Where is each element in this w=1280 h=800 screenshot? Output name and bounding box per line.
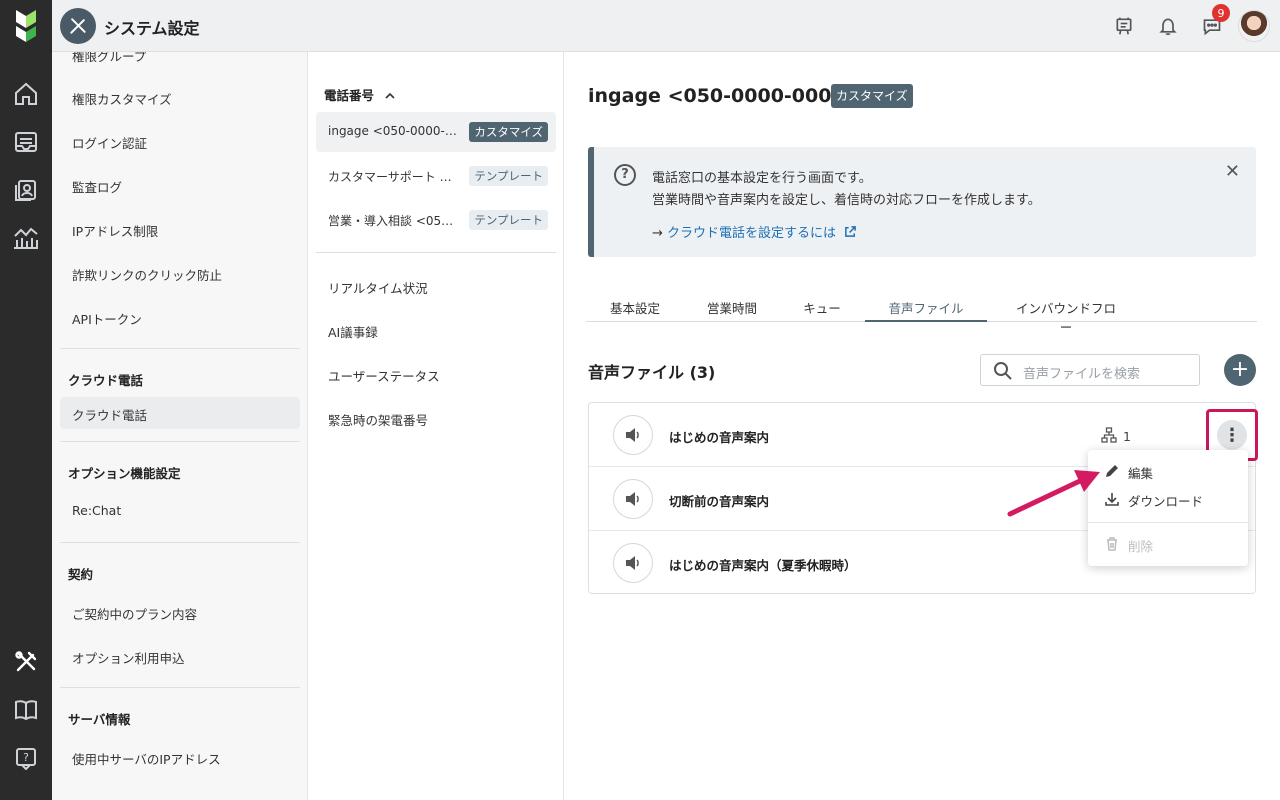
page-header-title: システム設定 <box>104 19 200 38</box>
nav-item-login-auth[interactable]: ログイン認証 <box>72 133 147 152</box>
user-avatar[interactable] <box>1238 10 1270 42</box>
title-tag: カスタマイズ <box>831 84 913 108</box>
tab-queue[interactable]: キュー <box>802 298 842 317</box>
tab-bar: 基本設定 営業時間 キュー 音声ファイル インバウンドフロー <box>586 296 1257 335</box>
top-header: システム設定 9 <box>52 0 1280 52</box>
phone-tag: テンプレート <box>469 166 548 186</box>
divider <box>1088 522 1248 523</box>
phone-name: 営業・導入相談 <050-0000-0000> <box>328 214 460 228</box>
tab-business-hours[interactable]: 営業時間 <box>706 298 758 317</box>
nav-item-api-token[interactable]: APIトークン <box>72 309 142 328</box>
speaker-icon[interactable] <box>613 415 653 455</box>
svg-text:?: ? <box>23 751 29 764</box>
chat-icon[interactable]: 9 <box>1198 4 1230 40</box>
phone-number-column: 電話番号 ingage <050-0000-0000> カスタマイズ カスタマー… <box>308 52 564 800</box>
nav-heading-contract: 契約 <box>68 567 94 582</box>
file-name: はじめの音声案内（夏季休暇時） <box>669 558 857 573</box>
app-logo[interactable] <box>14 8 38 44</box>
nav-item-audit-log[interactable]: 監査ログ <box>72 177 122 196</box>
phone-row[interactable]: 営業・導入相談 <050-0000-0000> テンプレート <box>316 200 556 240</box>
nav-item-option-apply[interactable]: オプション利用申込 <box>72 648 185 667</box>
nav-item-plan[interactable]: ご契約中のプラン内容 <box>72 604 197 623</box>
nav-item-server-ip[interactable]: 使用中サーバのIPアドレス <box>72 749 221 768</box>
tab-basic-settings[interactable]: 基本設定 <box>610 298 660 317</box>
page-title: ingage <050-0000-0000> <box>588 85 861 107</box>
usage-count: 1 <box>1101 427 1131 446</box>
speaker-icon[interactable] <box>613 479 653 519</box>
phone-tag: カスタマイズ <box>469 122 548 142</box>
nav-heading-cloud-phone: クラウド電話 <box>68 373 144 388</box>
divider <box>60 687 300 688</box>
nav-item-ip-restriction[interactable]: IPアドレス制限 <box>72 221 158 240</box>
help-icon[interactable]: ? <box>10 742 42 774</box>
annotation-arrow <box>1007 470 1100 517</box>
tab-audio-files[interactable]: 音声ファイル <box>865 298 987 322</box>
divider <box>60 542 300 543</box>
nav-item-permission-groups[interactable]: 権限グループ <box>72 52 146 65</box>
app-rail: ? <box>0 0 52 800</box>
phone-number-heading[interactable]: 電話番号 <box>324 85 396 104</box>
book-icon[interactable] <box>10 694 42 726</box>
announcement-icon[interactable] <box>1110 12 1138 40</box>
notification-badge: 9 <box>1212 4 1230 22</box>
tab-inbound-flow[interactable]: インバウンドフロー <box>1010 298 1122 336</box>
info-banner: ? 電話窓口の基本設定を行う画面です。 営業時間や音声案内を設定し、着信時の対応… <box>588 147 1256 257</box>
usage-value: 1 <box>1123 429 1131 444</box>
add-button[interactable]: + <box>1224 354 1256 386</box>
flow-tree-icon <box>1101 427 1117 446</box>
search-icon <box>993 361 1013 385</box>
arrow-right-icon: → <box>652 226 668 241</box>
phone-tag: テンプレート <box>469 210 548 230</box>
phone-name: ingage <050-0000-0000> <box>328 124 460 138</box>
menu-item-delete[interactable]: 削除 <box>1104 536 1153 555</box>
section-title: 音声ファイル (3) <box>588 363 716 382</box>
menu-label-download: ダウンロード <box>1128 494 1204 509</box>
external-link-icon <box>844 225 857 242</box>
phone-row[interactable]: ingage <050-0000-0000> カスタマイズ <box>316 112 556 152</box>
contacts-icon[interactable] <box>10 174 42 206</box>
bell-icon[interactable] <box>1154 12 1182 40</box>
close-icon[interactable]: ✕ <box>1225 161 1240 182</box>
info-text-1: 電話窓口の基本設定を行う画面です。 <box>652 171 872 186</box>
info-link-label: クラウド電話を設定するには <box>667 226 837 241</box>
link-realtime-status[interactable]: リアルタイム状況 <box>328 278 428 297</box>
phone-row[interactable]: カスタマーサポート <050-0000-0000> テンプレート <box>316 156 556 196</box>
link-ai-minutes[interactable]: AI議事録 <box>328 322 378 341</box>
nav-heading-server: サーバ情報 <box>68 712 131 727</box>
info-text-2: 営業時間や音声案内を設定し、着信時の対応フローを作成します。 <box>652 193 1041 208</box>
nav-heading-options: オプション機能設定 <box>68 466 181 481</box>
inbox-icon[interactable] <box>10 126 42 158</box>
link-user-status[interactable]: ユーザーステータス <box>328 366 440 385</box>
phone-name: カスタマーサポート <050-0000-0000> <box>328 170 460 184</box>
divider <box>60 348 300 349</box>
chevron-up-icon <box>384 89 396 104</box>
file-name: 切断前の音声案内 <box>669 494 770 509</box>
home-icon[interactable] <box>10 78 42 110</box>
more-options-icon[interactable]: ⋮ <box>1217 420 1247 450</box>
info-help-link[interactable]: → クラウド電話を設定するには <box>652 222 857 242</box>
nav-item-phishing-protection[interactable]: 詐欺リンクのクリック防止 <box>72 265 222 284</box>
divider <box>316 252 556 253</box>
nav-item-cloud-phone[interactable]: クラウド電話 <box>72 405 147 424</box>
menu-label-delete: 削除 <box>1128 539 1154 554</box>
nav-item-permission-customize[interactable]: 権限カスタマイズ <box>72 89 172 108</box>
settings-title-icon <box>60 8 96 44</box>
divider <box>60 441 300 442</box>
question-icon: ? <box>614 164 636 186</box>
settings-sidebar: 権限グループ 権限カスタマイズ ログイン認証 監査ログ IPアドレス制限 詐欺リ… <box>52 52 308 800</box>
file-name: はじめの音声案内 <box>669 430 770 445</box>
menu-label-edit: 編集 <box>1128 466 1154 481</box>
main-content: ingage <050-0000-0000> カスタマイズ ? 電話窓口の基本設… <box>564 52 1280 800</box>
link-emergency-number[interactable]: 緊急時の架電番号 <box>328 410 428 429</box>
trash-icon <box>1104 536 1120 555</box>
nav-item-rechat[interactable]: Re:Chat <box>72 503 121 518</box>
speaker-icon[interactable] <box>613 543 653 583</box>
search-placeholder: 音声ファイルを検索 <box>1023 367 1141 382</box>
search-input[interactable]: 音声ファイルを検索 <box>980 354 1200 386</box>
menu-item-download[interactable]: ダウンロード <box>1104 491 1203 510</box>
settings-tools-icon[interactable] <box>10 646 42 678</box>
phone-heading-label: 電話番号 <box>324 88 375 103</box>
analytics-icon[interactable] <box>10 222 42 254</box>
